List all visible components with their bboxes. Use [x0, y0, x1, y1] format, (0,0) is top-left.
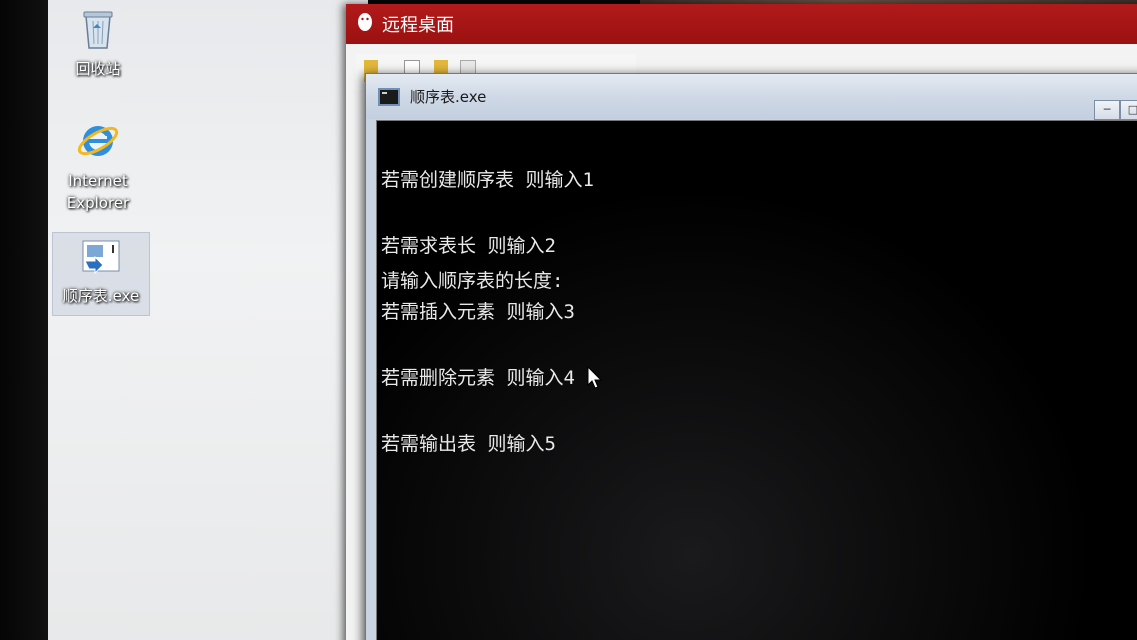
remote-desktop-title: 远程桌面 [382, 15, 454, 36]
desktop [48, 0, 368, 640]
internet-explorer-icon [50, 118, 146, 166]
console-line: 若需插入元素 则输入3 [381, 301, 575, 323]
console-window-title: 顺序表.exe [410, 88, 487, 106]
console-output-area[interactable]: 若需创建顺序表 则输入1 若需求表长 则输入2 若需插入元素 则输入3 若需删除… [376, 120, 1137, 640]
screen: 回收站 Internet Explorer 顺序表.exe 远程桌面 顺序表.e… [0, 0, 1137, 640]
console-line: 若需输出表 则输入5 [381, 433, 556, 455]
desktop-icon-label-line1: Internet [68, 172, 128, 190]
desktop-icon-recycle-bin[interactable]: 回收站 [50, 8, 146, 80]
minimize-button[interactable]: ─ [1094, 100, 1120, 120]
console-window: 顺序表.exe ─ □ 若需创建顺序表 则输入1 若需求表长 则输入2 若需插入… [365, 73, 1137, 640]
console-titlebar[interactable]: 顺序表.exe ─ □ [366, 74, 1137, 120]
desktop-icon-exe[interactable]: 顺序表.exe [52, 232, 150, 316]
maximize-button[interactable]: □ [1120, 100, 1137, 120]
console-line: 若需创建顺序表 则输入1 [381, 169, 594, 191]
window-controls: ─ □ [1094, 100, 1137, 120]
mouse-cursor-icon [587, 365, 603, 394]
console-line: 若需求表长 则输入2 [381, 235, 556, 257]
desktop-icon-internet-explorer[interactable]: Internet Explorer [50, 118, 146, 214]
recycle-bin-icon [50, 8, 146, 54]
desktop-icon-label: 顺序表.exe [62, 287, 140, 305]
penguin-icon [356, 11, 374, 38]
console-line: 若需删除元素 则输入4 [381, 367, 575, 389]
desktop-icon-label-line2: Explorer [66, 194, 130, 212]
desktop-icon-label: 回收站 [75, 60, 121, 78]
remote-desktop-titlebar[interactable]: 远程桌面 [346, 4, 1137, 44]
console-prompt: 请输入顺序表的长度: [381, 270, 564, 292]
console-app-icon [378, 87, 400, 106]
exe-shortcut-icon [53, 237, 149, 281]
console-menu: 若需创建顺序表 则输入1 若需求表长 则输入2 若需插入元素 则输入3 若需删除… [381, 125, 594, 499]
